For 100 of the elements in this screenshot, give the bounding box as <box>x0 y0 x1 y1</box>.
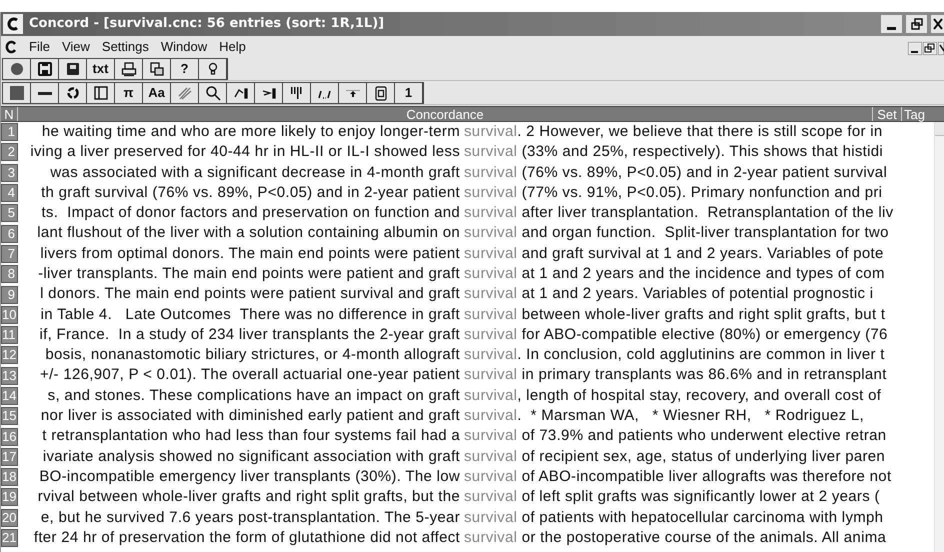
left-context: bosis, nonanastomotic biliary strictures, or 4-month allograft <box>44 345 460 366</box>
search-word: survival <box>464 244 518 264</box>
left-context: iving a liver preserved for 40-44 hr in HL-II or IL-I showed less <box>29 142 460 162</box>
row-number[interactable]: 16 <box>1 428 18 446</box>
search-word: survival <box>464 446 518 467</box>
row-number[interactable]: 9 <box>1 286 18 304</box>
right-context: (77% vs. 91%, P<0.05). Primary nonfunction and pri <box>520 182 882 203</box>
search-word: survival <box>464 284 518 304</box>
left-context: fter 24 hr of preservation the form of glutathione did not affect <box>32 528 460 548</box>
row-number[interactable]: 18 <box>1 468 18 486</box>
minimize-icon <box>887 27 896 30</box>
search-word: survival <box>464 142 518 162</box>
search-word: survival <box>464 203 518 224</box>
search-word: survival <box>464 466 518 487</box>
restore-button[interactable] <box>905 14 928 34</box>
menu-item[interactable]: File <box>29 37 50 57</box>
menu-item[interactable]: Window <box>160 37 208 57</box>
left-context: l donors. The main end points were patient survival and graft <box>39 284 460 304</box>
search-icon <box>204 85 220 101</box>
right-context: or the postoperative course of the animals. All anima <box>520 528 886 548</box>
right-context: of ABO-incompatible liver allografts was therefore not <box>520 466 892 487</box>
row-number[interactable]: 5 <box>1 204 18 222</box>
search-word: survival <box>464 386 518 406</box>
app-logo-icon <box>5 40 17 54</box>
up-arrow-icon <box>346 90 360 96</box>
column-header[interactable]: Tag <box>902 107 944 121</box>
search-word: survival <box>464 528 518 548</box>
right-context: at 1 and 2 years. Variables of potential prognostic i <box>520 284 874 304</box>
minimize-button[interactable] <box>880 14 903 34</box>
left-context: BO-incompatible emergency liver transplants (30%). The low <box>38 466 460 487</box>
row-number[interactable]: 17 <box>1 448 18 466</box>
left-context: ts. Impact of donor factors and preservation on function and <box>40 203 460 224</box>
right-context: . * Marsman WA, * Wiesner RH, * Rodriguez L, <box>517 406 864 426</box>
print-preview-icon <box>148 61 164 77</box>
right-context: after liver transplantation. Retransplantation of the liv <box>520 203 894 224</box>
close-button[interactable] <box>930 14 944 34</box>
row-number[interactable]: 14 <box>1 387 18 405</box>
restore-icon <box>910 18 922 30</box>
right-context: at 1 and 2 years and the incidence and types of com <box>520 264 885 284</box>
left-context: if, France. In a study of 234 liver transplants the 2-year graft <box>38 324 460 345</box>
close-icon[interactable] <box>938 42 944 54</box>
search-word: survival <box>464 264 518 284</box>
search-word: survival <box>464 223 518 244</box>
left-context: in Table 4. Late Outcomes There was no difference in graft <box>40 304 460 325</box>
left-context: was associated with a significant decrease in 4-month graft <box>49 162 460 182</box>
column-header[interactable]: Concordance <box>18 107 873 121</box>
notepad-icon <box>372 85 388 101</box>
dash-icon <box>38 92 52 94</box>
search-word: survival <box>464 324 518 345</box>
left-context: ivariate analysis showed no significant association with graft <box>42 446 460 467</box>
column-header[interactable]: Set <box>873 107 902 121</box>
row-number[interactable]: 15 <box>1 407 18 426</box>
left-context: -liver transplants. The main end points were patient and graft <box>37 264 460 284</box>
column-header[interactable]: N <box>1 107 18 121</box>
scrollbar[interactable] <box>934 122 944 552</box>
left-context: e, but he survived 7.6 years post-transplantation. The 5-year <box>40 508 460 528</box>
row-number[interactable]: 20 <box>1 508 18 527</box>
left-context: livers from optimal donors. The main end points were patient <box>39 244 460 264</box>
search-word: survival <box>464 406 518 426</box>
printer-icon <box>120 61 136 77</box>
search-word: survival <box>464 304 518 325</box>
row-number[interactable]: 8 <box>1 265 18 284</box>
row-number[interactable]: 19 <box>1 488 18 506</box>
left-context: lant flushout of the liver with a solution containing albumin on <box>36 223 460 244</box>
row-number[interactable]: 10 <box>1 306 18 324</box>
row-number[interactable]: 7 <box>1 244 18 263</box>
right-context: of left split grafts was significantly lower at 2 years ( <box>520 487 880 508</box>
row-number[interactable]: 6 <box>1 224 18 243</box>
search-word: survival <box>464 345 518 366</box>
search-word: survival <box>464 365 518 386</box>
right-context: . 2 However, we believe that there is still scope for in <box>517 122 883 142</box>
menu-item[interactable]: View <box>62 37 90 57</box>
row-number[interactable]: 4 <box>1 184 18 202</box>
row-number[interactable]: 2 <box>1 143 18 162</box>
right-context: (33% and 25%, respectively). This shows that histidi <box>520 142 884 162</box>
minimize-icon[interactable] <box>908 42 922 54</box>
left-context: th graft survival (76% vs. 89%, P<0.05) and in 2-year patient <box>40 182 460 203</box>
right-context: of 73.9% and patients who underwent elective retran <box>520 426 886 446</box>
row-number[interactable]: 3 <box>1 164 18 182</box>
menu-item[interactable]: Settings <box>102 37 149 57</box>
right-context: for ABO-compatible elective (80%) or emergency (76 <box>520 324 888 345</box>
left-context: +/- 126,907, P < 0.01). The overall actuarial one-year patient <box>39 365 460 386</box>
search-word: survival <box>464 508 518 528</box>
left-context: s, and stones. These complications have an impact on graft <box>46 386 460 406</box>
row-number[interactable]: 12 <box>1 346 18 364</box>
right-context: , length of hospital stay, recovery, and overall cost of <box>517 386 882 406</box>
columns-icon <box>92 85 108 101</box>
right-context: . In conclusion, cold agglutinins are common in liver t <box>517 345 885 366</box>
left-context: t retransplantation who had less than four systems fail had a <box>41 426 460 446</box>
row-number[interactable]: 13 <box>1 366 18 385</box>
app-logo-icon <box>3 14 23 34</box>
left-context: rvival between whole-liver grafts and right split grafts, but the <box>36 487 460 508</box>
row-number[interactable]: 11 <box>1 326 18 344</box>
left-context: nor liver is associated with diminished early patient and graft <box>40 406 460 426</box>
row-number[interactable]: 1 <box>1 123 18 142</box>
circle-icon <box>8 61 24 77</box>
search-word: survival <box>464 162 518 182</box>
search-word: survival <box>464 426 518 446</box>
menu-item[interactable]: Help <box>219 37 246 57</box>
row-number[interactable]: 21 <box>1 529 18 548</box>
